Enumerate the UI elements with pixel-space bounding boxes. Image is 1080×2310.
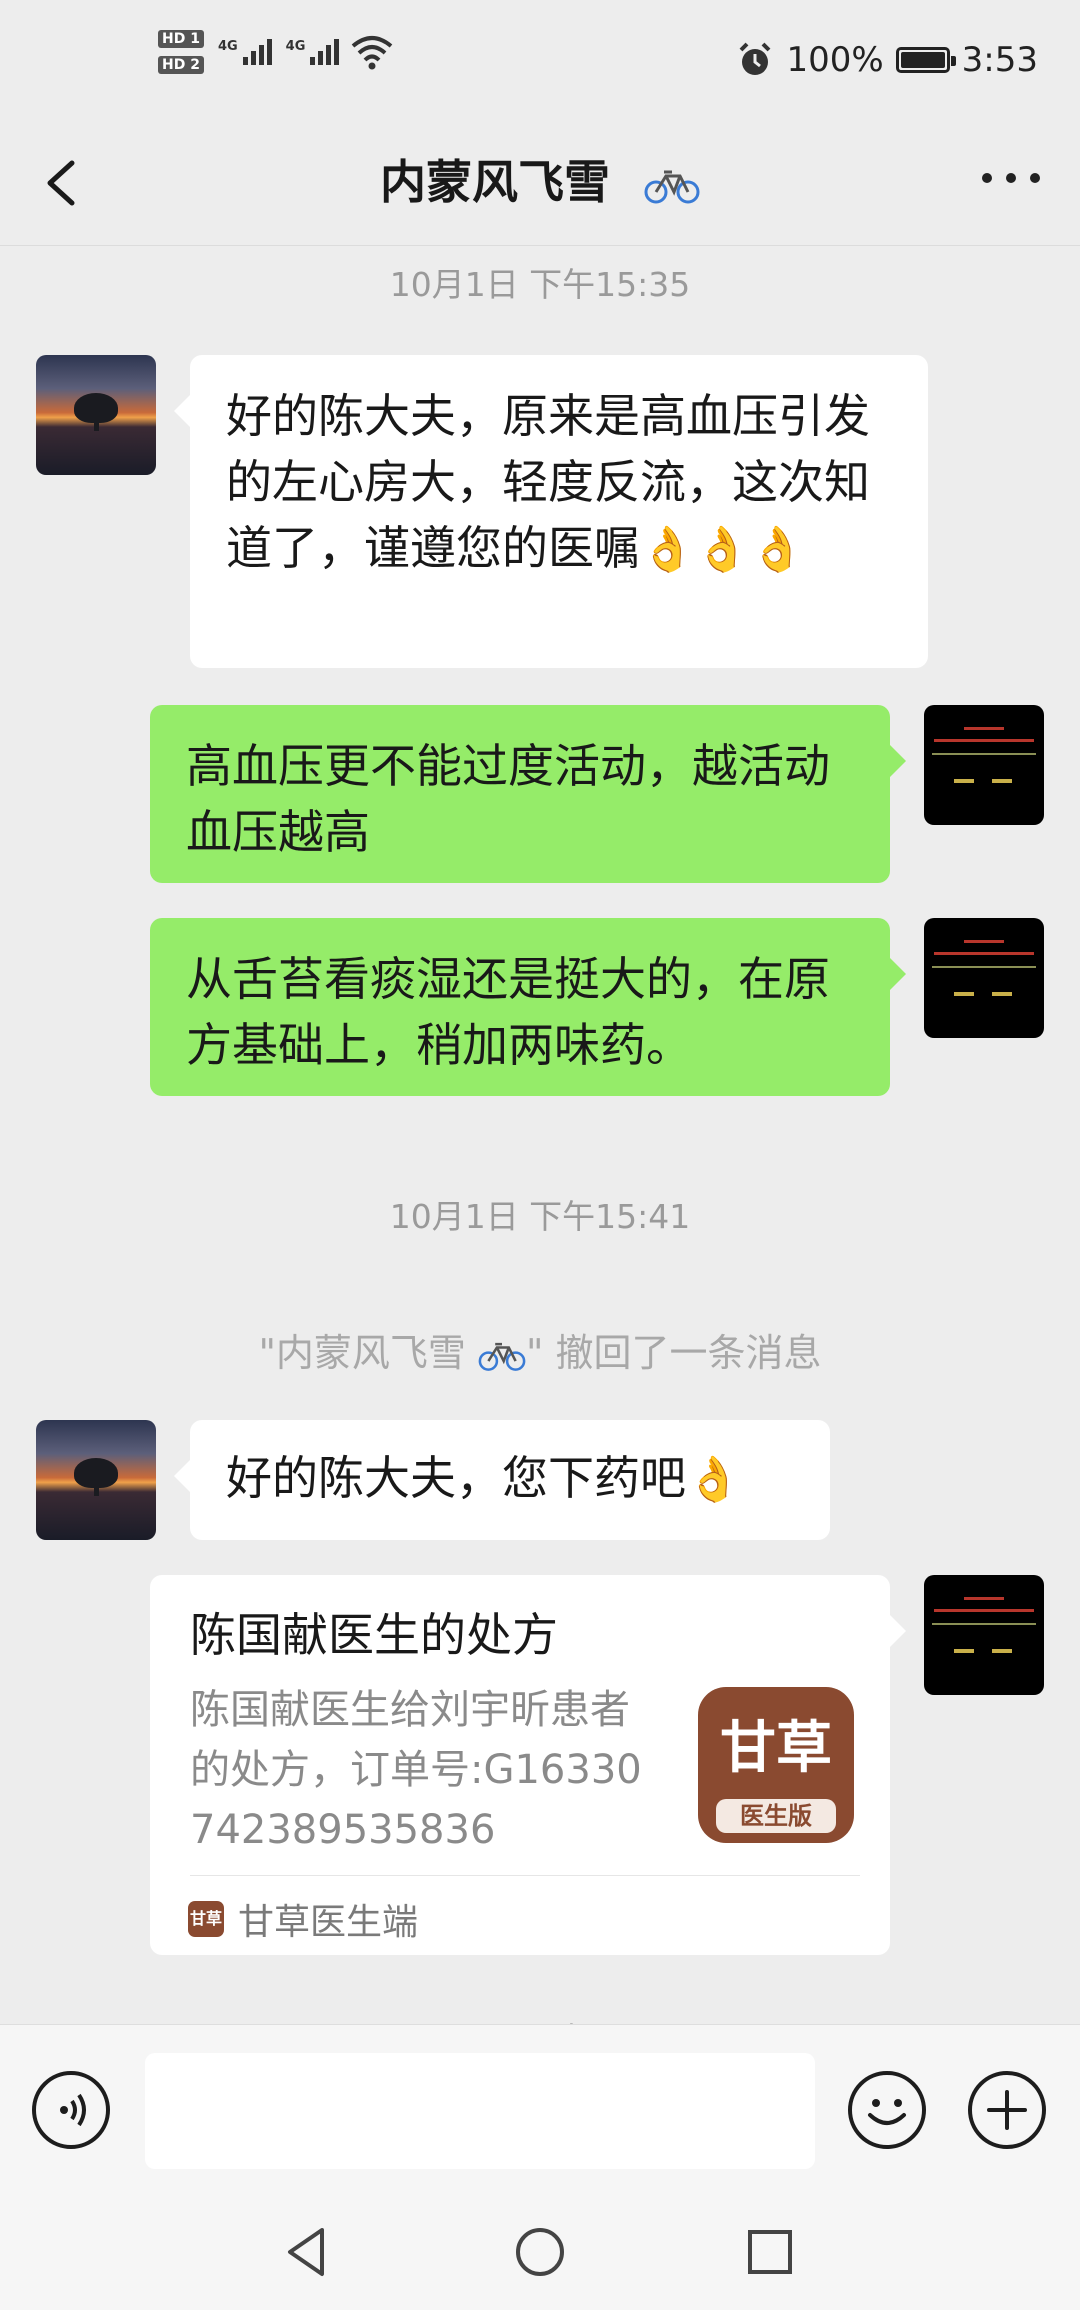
logo-badge: 医生版 [716, 1799, 836, 1833]
status-right: 100% 3:53 [736, 40, 1038, 80]
my-avatar[interactable] [924, 918, 1044, 1038]
signal-icon-1: 4G [218, 39, 272, 65]
my-avatar[interactable] [924, 1575, 1044, 1695]
card-title: 陈国献医生的处方 [190, 1608, 558, 1662]
message-text: 好的陈大夫，您下药吧 [226, 1451, 686, 1505]
voice-input-button[interactable] [32, 2071, 110, 2149]
ok-hand-emoji: 👌👌👌 [640, 524, 805, 575]
source-name: 甘草医生端 [238, 1902, 419, 1943]
recall-notice: "内蒙风飞雪 " 撤回了一条消息 [0, 1322, 1080, 1377]
message-bubble-outgoing[interactable]: 高血压更不能过度活动，越活动血压越高 [150, 705, 906, 883]
nav-recents-icon[interactable] [742, 2224, 798, 2280]
nav-back-icon[interactable] [280, 2224, 336, 2280]
voice-icon [60, 2093, 86, 2127]
hd1-badge: HD 1 [158, 30, 204, 48]
timestamp: 10月1日 下午15:41 [389, 1197, 691, 1236]
card-divider [190, 1875, 860, 1876]
plus-icon [987, 2090, 1027, 2130]
emoji-button[interactable] [848, 2071, 926, 2149]
status-left: HD 1 HD 2 4G 4G [158, 30, 395, 74]
chat-title: 内蒙风飞雪 [0, 147, 1080, 217]
input-bar [0, 2024, 1080, 2195]
bicycle-icon [644, 170, 700, 203]
hd-badges: HD 1 HD 2 [158, 30, 204, 74]
more-options-icon[interactable] [982, 173, 1040, 183]
contact-avatar[interactable] [36, 1420, 156, 1540]
recall-prefix: "内蒙风飞雪 [258, 1331, 478, 1375]
timestamp: 10月1日 下午15:35 [389, 265, 691, 304]
hd2-badge: HD 2 [158, 56, 204, 74]
signal-icon-2: 4G [286, 39, 340, 65]
ok-hand-emoji: 👌 [686, 1454, 741, 1505]
my-avatar[interactable] [924, 705, 1044, 825]
system-nav-bar [0, 2194, 1080, 2310]
nav-home-icon[interactable] [512, 2224, 568, 2280]
clock: 3:53 [961, 40, 1038, 80]
recall-suffix: " 撤回了一条消息 [526, 1331, 822, 1375]
battery-percent: 100% [786, 40, 884, 80]
prescription-card[interactable]: 陈国献医生的处方 陈国献医生给刘宇昕患者的处方，订单号:G16330742389… [150, 1575, 906, 1955]
wifi-icon [352, 36, 393, 70]
alarm-icon [740, 42, 771, 75]
logo-text: 甘草 [720, 1716, 832, 1781]
card-source: 甘草 甘草医生端 [188, 1893, 418, 1945]
gancao-logo: 甘草 医生版 [698, 1687, 854, 1843]
contact-avatar[interactable] [36, 355, 156, 475]
message-bubble-incoming[interactable]: 好的陈大夫，您下药吧👌 [174, 1420, 830, 1540]
more-functions-button[interactable] [968, 2071, 1046, 2149]
battery-icon [895, 47, 956, 73]
status-bar: HD 1 HD 2 4G 4G 100% 3:53 [0, 0, 1080, 125]
message-text: 从舌苔看痰湿还是挺大的，在原方基础上，稍加两味药。 [186, 952, 830, 1072]
message-input[interactable] [145, 2053, 815, 2169]
card-description: 陈国献医生给刘宇昕患者的处方，订单号:G16330742389535836 [190, 1687, 642, 1853]
message-bubble-outgoing[interactable]: 从舌苔看痰湿还是挺大的，在原方基础上，稍加两味药。 [150, 918, 906, 1096]
message-text: 高血压更不能过度活动，越活动血压越高 [186, 739, 830, 859]
chat-header: 内蒙风飞雪 [0, 125, 1080, 246]
chat-title-text: 内蒙风飞雪 [379, 155, 610, 209]
bicycle-icon [478, 1342, 526, 1371]
message-bubble-incoming[interactable]: 好的陈大夫，原来是高血压引发的左心房大，轻度反流，这次知道了，谨遵您的医嘱👌👌👌 [174, 355, 928, 668]
smiley-icon [868, 2099, 906, 2125]
source-app-icon: 甘草 [188, 1901, 224, 1937]
